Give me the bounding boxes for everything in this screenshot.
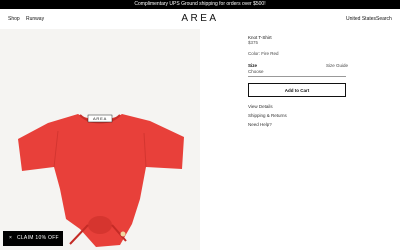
close-icon[interactable]: ×	[9, 235, 12, 241]
nav-search[interactable]: Search	[376, 16, 392, 22]
promo-bar: Complimentary UPS Ground shipping for or…	[0, 0, 400, 9]
view-details-link[interactable]: View Details	[248, 104, 273, 109]
logo[interactable]: AREA	[176, 13, 224, 24]
size-select[interactable]: Choose	[248, 69, 346, 77]
nav-shop[interactable]: Shop	[8, 16, 20, 22]
tshirt-illustration	[18, 114, 184, 247]
size-select-value: Choose	[248, 69, 264, 74]
product-price: $375	[248, 40, 259, 45]
neck-label-text: AREA	[92, 115, 108, 121]
product-color: Color: Fire Red	[248, 51, 279, 56]
nav-country[interactable]: United States	[346, 16, 376, 22]
shirt-knot	[88, 216, 112, 234]
need-help-link[interactable]: Need Help?	[248, 122, 272, 127]
shipping-returns-link[interactable]: Shipping & Returns	[248, 113, 287, 118]
promo-text: Complimentary UPS Ground shipping for or…	[134, 1, 266, 7]
size-guide-link[interactable]: Size Guide	[326, 63, 348, 68]
claim-label: CLAIM 10% OFF	[16, 235, 59, 241]
nav-runway[interactable]: Runway	[26, 16, 44, 22]
add-to-cart-button[interactable]: Add to Cart	[248, 83, 346, 97]
product-image: AREA	[0, 29, 200, 250]
header: Shop Runway AREA United States Search	[0, 9, 400, 29]
size-label: Size	[248, 63, 258, 68]
claim-discount-button[interactable]: × CLAIM 10% OFF	[3, 231, 63, 246]
